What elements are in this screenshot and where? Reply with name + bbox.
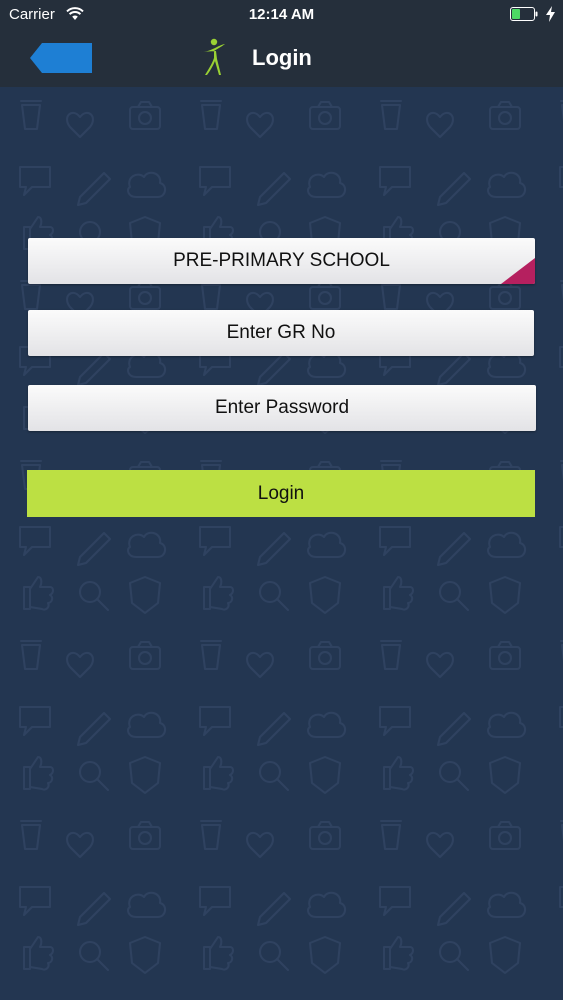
status-bar: Carrier 12:14 AM [0, 0, 563, 30]
back-button[interactable] [30, 43, 92, 73]
status-time: 12:14 AM [248, 6, 315, 23]
school-select[interactable]: PRE-PRIMARY SCHOOL [28, 238, 535, 284]
login-button[interactable]: Login [27, 470, 535, 517]
school-select-value: PRE-PRIMARY SCHOOL [173, 250, 390, 271]
dropdown-corner-indicator [501, 258, 535, 284]
charging-bolt-icon [546, 6, 555, 22]
back-arrow-icon [30, 43, 92, 73]
background-doodle-pattern [0, 87, 563, 1000]
page-title: Login [252, 45, 312, 70]
gr-number-input[interactable] [28, 310, 534, 356]
navigation-bar: Login [0, 30, 563, 87]
password-input[interactable] [28, 385, 536, 431]
person-logo-icon [200, 38, 225, 75]
battery-charging-icon [510, 7, 538, 21]
